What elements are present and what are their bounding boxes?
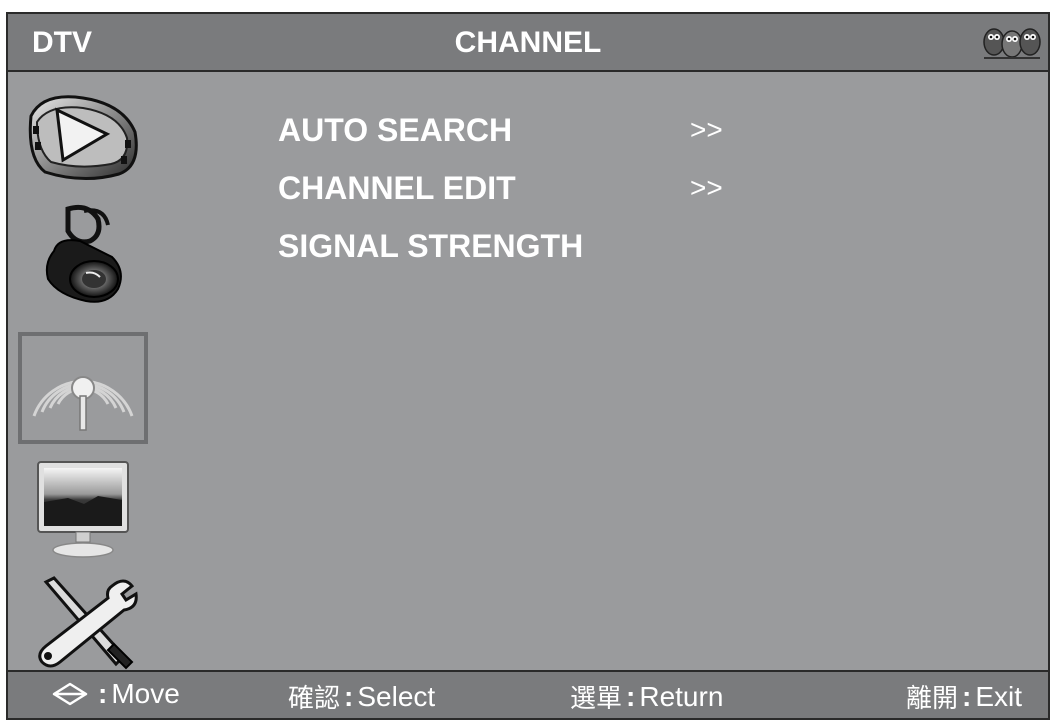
antenna-signal-icon — [32, 376, 134, 431]
menu-item-signal-strength[interactable]: SIGNAL STRENGTH — [278, 228, 878, 286]
film-play-icon — [28, 95, 138, 181]
submenu-arrow-icon: >> — [690, 114, 723, 145]
hint-colon: : — [344, 680, 354, 712]
hint-colon: : — [626, 680, 636, 712]
hint-move: : Move — [52, 678, 180, 710]
sidebar-item-setup[interactable] — [18, 566, 148, 678]
sidebar-item-picture[interactable] — [18, 80, 148, 192]
sidebar-item-channel[interactable] — [18, 332, 148, 444]
hint-colon: : — [962, 680, 972, 712]
speaker-icon — [45, 204, 122, 303]
hint-select-key: 確認 — [288, 684, 341, 714]
sidebar-item-sound[interactable] — [18, 200, 148, 312]
menu-item-label: AUTO SEARCH — [278, 112, 513, 148]
hint-exit-label: Exit — [975, 680, 1023, 712]
menu-item-channel-edit[interactable]: CHANNEL EDIT >> — [278, 170, 878, 228]
hint-return-label: Return — [639, 680, 724, 712]
hint-exit: 離開 : Exit — [906, 678, 1022, 715]
hint-colon: : — [98, 678, 108, 709]
hint-exit-key: 離開 — [906, 684, 959, 714]
page-title: CHANNEL — [454, 26, 602, 59]
up-down-arrow-icon — [52, 682, 88, 706]
brand-logo-icon — [983, 28, 1041, 59]
hint-return-key: 選單 — [570, 684, 623, 714]
monitor-icon — [37, 461, 129, 558]
submenu-arrow-icon: >> — [690, 172, 723, 203]
hint-select-label: Select — [357, 680, 436, 712]
footer-hint-bar: : Move 確認 : Select 選單 : Return 離開 : Exit — [8, 670, 1048, 718]
sidebar — [8, 72, 158, 672]
osd-screen: DTV CHANNEL AUTO SEARCH >> CHANNEL EDIT … — [6, 12, 1050, 720]
tools-icon — [38, 576, 138, 670]
header-bar: DTV CHANNEL — [8, 14, 1048, 72]
hint-move-label: Move — [111, 678, 180, 709]
menu-item-auto-search[interactable]: AUTO SEARCH >> — [278, 112, 878, 170]
menu-item-label: CHANNEL EDIT — [278, 170, 516, 206]
hint-select: 確認 : Select — [288, 678, 435, 715]
sidebar-item-screen[interactable] — [18, 454, 148, 566]
menu-item-label: SIGNAL STRENGTH — [278, 228, 584, 264]
channel-menu: AUTO SEARCH >> CHANNEL EDIT >> SIGNAL ST… — [278, 112, 878, 286]
hint-return: 選單 : Return — [570, 678, 723, 715]
